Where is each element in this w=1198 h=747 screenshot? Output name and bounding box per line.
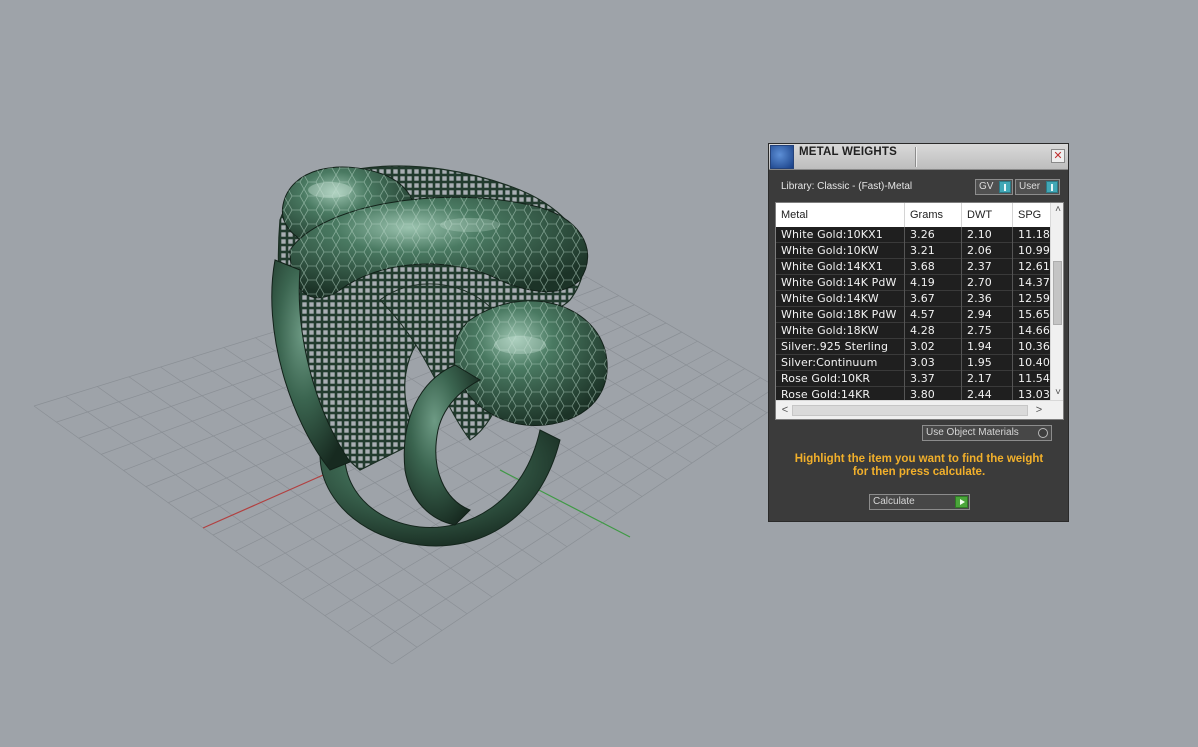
gv-toggle-label: GV xyxy=(979,181,994,192)
dwt-cell: 2.17 xyxy=(962,371,1013,387)
grams-cell: 3.68 xyxy=(905,259,962,275)
grams-cell: 3.67 xyxy=(905,291,962,307)
table-row[interactable]: White Gold:14K PdW 4.19 2.70 14.37 xyxy=(776,275,1050,291)
table-row[interactable]: White Gold:18K PdW 4.57 2.94 15.65 xyxy=(776,307,1050,323)
column-header-spg[interactable]: SPG xyxy=(1013,203,1050,227)
metal-cell: White Gold:14K PdW xyxy=(776,275,905,291)
table-row[interactable]: Silver:.925 Sterling 3.02 1.94 10.36 xyxy=(776,339,1050,355)
spg-cell: 11.18 xyxy=(1018,228,1050,241)
spg-cell: 10.99 xyxy=(1018,244,1050,257)
dwt-cell: 2.70 xyxy=(962,275,1013,291)
scroll-left-icon[interactable]: < xyxy=(778,403,792,417)
vertical-scrollbar[interactable]: ˄ ˅ xyxy=(1050,203,1063,400)
spg-cell: 13.03 xyxy=(1018,388,1050,400)
use-object-materials-option[interactable]: Use Object Materials xyxy=(922,425,1052,441)
grams-cell: 4.28 xyxy=(905,323,962,339)
panel-titlebar[interactable]: METAL WEIGHTS ✕ xyxy=(769,144,1068,170)
column-header-dwt[interactable]: DWT xyxy=(962,203,1013,227)
table-body: White Gold:10KX1 3.26 2.10 11.18 White Gold:… xyxy=(776,227,1050,400)
grams-cell: 3.21 xyxy=(905,243,962,259)
metal-weights-panel: METAL WEIGHTS ✕ Library: Classic - (Fast… xyxy=(768,143,1069,522)
use-object-materials-label: Use Object Materials xyxy=(926,427,1019,438)
table-row[interactable]: White Gold:10KX1 3.26 2.10 11.18 xyxy=(776,227,1050,243)
scroll-up-icon[interactable]: ˄ xyxy=(1051,203,1063,217)
table-row[interactable]: Rose Gold:10KR 3.37 2.17 11.54 xyxy=(776,371,1050,387)
dwt-cell: 2.94 xyxy=(962,307,1013,323)
title-divider xyxy=(915,147,916,167)
toggle-switch-icon xyxy=(999,181,1011,193)
metal-cell: White Gold:18KW xyxy=(776,323,905,339)
grams-cell: 4.57 xyxy=(905,307,962,323)
calculate-label: Calculate xyxy=(873,496,915,507)
play-arrow-icon xyxy=(955,496,968,508)
instructions-line-1: Highlight the item you want to find the … xyxy=(794,453,1044,465)
metal-cell: White Gold:18K PdW xyxy=(776,307,905,323)
metal-cell: Rose Gold:14KR xyxy=(776,387,905,400)
table-row[interactable]: White Gold:14KX1 3.68 2.37 12.61 xyxy=(776,259,1050,275)
spg-cell: 15.65 xyxy=(1018,308,1050,321)
metal-cell: White Gold:10KX1 xyxy=(776,227,905,243)
grams-cell: 3.03 xyxy=(905,355,962,371)
dwt-cell: 2.75 xyxy=(962,323,1013,339)
table-row[interactable]: Rose Gold:14KR 3.80 2.44 13.03 xyxy=(776,387,1050,400)
dwt-cell: 2.44 xyxy=(962,387,1013,400)
table-header: Metal Grams DWT SPG xyxy=(776,203,1050,227)
toggle-switch-icon xyxy=(1046,181,1058,193)
instructions-line-2: for then press calculate. xyxy=(852,466,986,478)
column-header-metal[interactable]: Metal xyxy=(776,203,905,227)
metal-cell: Silver:.925 Sterling xyxy=(776,339,905,355)
metal-cell: Rose Gold:10KR xyxy=(776,371,905,387)
calculate-button[interactable]: Calculate xyxy=(869,494,970,510)
panel-title: METAL WEIGHTS xyxy=(799,146,898,158)
metal-cell: White Gold:14KX1 xyxy=(776,259,905,275)
metal-weights-table: Metal Grams DWT SPG White Gold:10KX1 3.26… xyxy=(775,202,1064,420)
horizontal-scroll-thumb[interactable] xyxy=(792,405,1028,416)
dwt-cell: 1.94 xyxy=(962,339,1013,355)
metal-cell: White Gold:14KW xyxy=(776,291,905,307)
vertical-scroll-thumb[interactable] xyxy=(1053,261,1062,325)
table-row[interactable]: White Gold:14KW 3.67 2.36 12.59 xyxy=(776,291,1050,307)
metal-cell: White Gold:10KW xyxy=(776,243,905,259)
ring-model[interactable] xyxy=(271,165,608,547)
user-toggle[interactable]: User xyxy=(1015,179,1060,195)
grams-cell: 3.02 xyxy=(905,339,962,355)
spg-cell: 11.54 xyxy=(1018,372,1050,385)
dwt-cell: 2.10 xyxy=(962,227,1013,243)
grams-cell: 3.80 xyxy=(905,387,962,400)
dwt-cell: 2.36 xyxy=(962,291,1013,307)
horizontal-scrollbar[interactable]: < > xyxy=(776,400,1063,419)
column-header-grams[interactable]: Grams xyxy=(905,203,962,227)
grams-cell: 3.37 xyxy=(905,371,962,387)
grams-cell: 4.19 xyxy=(905,275,962,291)
spg-cell: 10.36 xyxy=(1018,340,1050,353)
gv-toggle[interactable]: GV xyxy=(975,179,1013,195)
grams-cell: 3.26 xyxy=(905,227,962,243)
instructions-text: Highlight the item you want to find the … xyxy=(779,453,1059,479)
scroll-right-icon[interactable]: > xyxy=(1032,403,1046,417)
user-toggle-label: User xyxy=(1019,181,1041,192)
table-row[interactable]: White Gold:18KW 4.28 2.75 14.66 xyxy=(776,323,1050,339)
spg-cell: 12.61 xyxy=(1018,260,1050,273)
dwt-cell: 2.37 xyxy=(962,259,1013,275)
scroll-down-icon[interactable]: ˅ xyxy=(1051,386,1063,400)
close-icon[interactable]: ✕ xyxy=(1051,149,1065,163)
table-row[interactable]: White Gold:10KW 3.21 2.06 10.99 xyxy=(776,243,1050,259)
table-row[interactable]: Silver:Continuum 3.03 1.95 10.40 xyxy=(776,355,1050,371)
spg-cell: 14.66 xyxy=(1018,324,1050,337)
dwt-cell: 1.95 xyxy=(962,355,1013,371)
rhino-matrix-logo-icon xyxy=(770,145,794,169)
spg-cell: 12.59 xyxy=(1018,292,1050,305)
library-label: Library: Classic - (Fast)-Metal xyxy=(781,181,913,192)
dwt-cell: 2.06 xyxy=(962,243,1013,259)
spg-cell: 14.37 xyxy=(1018,276,1050,289)
spg-cell: 10.40 xyxy=(1018,356,1050,369)
metal-cell: Silver:Continuum xyxy=(776,355,905,371)
radio-circle-icon[interactable] xyxy=(1038,428,1048,438)
